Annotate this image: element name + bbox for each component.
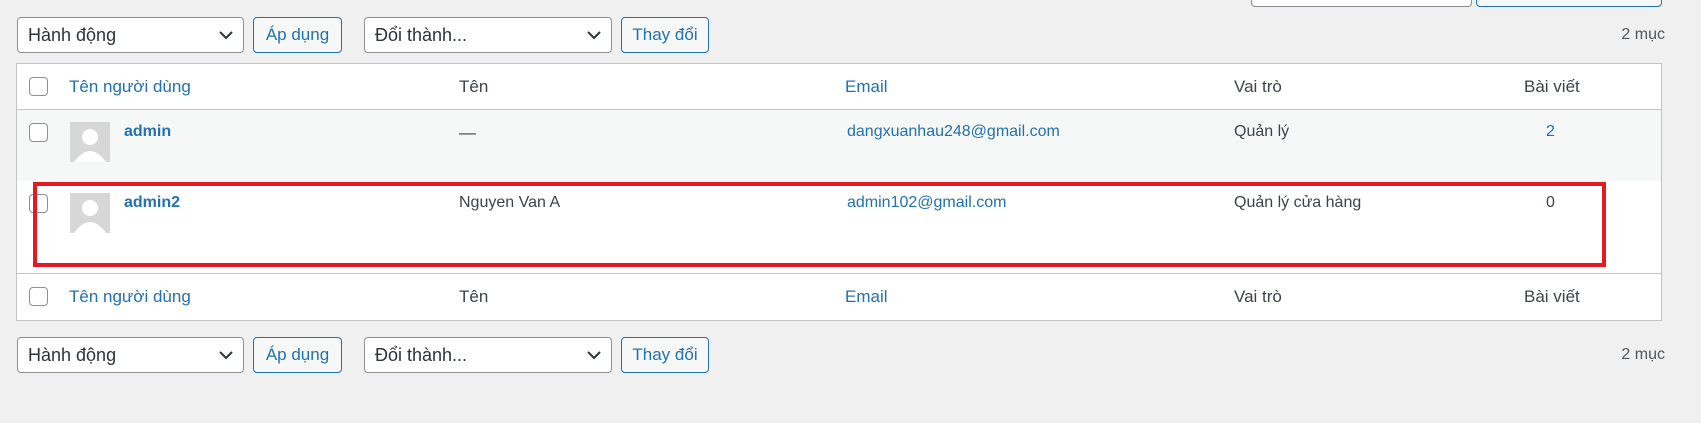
change-role-select-bottom[interactable]: Đổi thành... bbox=[364, 337, 612, 373]
column-username[interactable]: Tên người dùng bbox=[69, 287, 191, 307]
bulk-action-select[interactable]: Hành động bbox=[17, 17, 244, 53]
column-email[interactable]: Email bbox=[845, 287, 888, 307]
role-cell: Quản lý bbox=[1234, 123, 1290, 140]
tablenav-top: Hành động Áp dụng Đổi thành... Thay đổi … bbox=[17, 17, 1701, 55]
chevron-down-icon bbox=[219, 351, 233, 360]
avatar bbox=[70, 122, 110, 162]
scrollbar[interactable] bbox=[1686, 0, 1701, 423]
table-footer: Tên người dùng Tên Email Vai trò Bài viế… bbox=[17, 274, 1661, 320]
posts-count-link[interactable]: 2 bbox=[1546, 123, 1555, 141]
items-count: 2 mục bbox=[1621, 26, 1665, 43]
chevron-down-icon bbox=[219, 31, 233, 40]
user-placeholder-icon bbox=[74, 129, 106, 162]
chevron-down-icon bbox=[587, 31, 601, 40]
change-role-button-bottom[interactable]: Thay đổi bbox=[621, 337, 709, 373]
column-posts: Bài viết bbox=[1524, 77, 1580, 96]
select-all-checkbox-footer[interactable] bbox=[29, 287, 48, 306]
apply-button[interactable]: Áp dụng bbox=[253, 17, 342, 53]
change-role-select[interactable]: Đổi thành... bbox=[364, 17, 612, 53]
bulk-action-select-bottom[interactable]: Hành động bbox=[17, 337, 244, 373]
change-role-button[interactable]: Thay đổi bbox=[621, 17, 709, 53]
column-posts: Bài viết bbox=[1524, 287, 1580, 306]
email-link[interactable]: dangxuanhau248@gmail.com bbox=[847, 123, 1060, 141]
highlight-annotation bbox=[33, 182, 1606, 267]
bulk-action-value: Hành động bbox=[28, 25, 117, 45]
table-header: Tên người dùng Tên Email Vai trò Bài viế… bbox=[17, 64, 1661, 110]
column-username[interactable]: Tên người dùng bbox=[69, 77, 191, 97]
column-email[interactable]: Email bbox=[845, 77, 888, 97]
column-role: Vai trò bbox=[1234, 287, 1282, 306]
column-name: Tên bbox=[459, 77, 489, 96]
select-all-checkbox[interactable] bbox=[29, 77, 48, 96]
apply-button-bottom[interactable]: Áp dụng bbox=[253, 337, 342, 373]
bulk-action-value: Hành động bbox=[28, 345, 117, 365]
column-role: Vai trò bbox=[1234, 77, 1282, 96]
chevron-down-icon bbox=[587, 351, 601, 360]
search-input-partial[interactable] bbox=[1251, 0, 1472, 7]
tablenav-bottom: Hành động Áp dụng Đổi thành... Thay đổi … bbox=[17, 337, 1701, 375]
change-role-value: Đổi thành... bbox=[375, 345, 468, 365]
column-name: Tên bbox=[459, 287, 489, 306]
name-cell: — bbox=[459, 123, 476, 142]
username-link[interactable]: admin bbox=[124, 123, 171, 141]
items-count-bottom: 2 mục bbox=[1621, 346, 1665, 363]
table-row: admin — dangxuanhau248@gmail.com Quản lý… bbox=[17, 110, 1661, 181]
row-checkbox[interactable] bbox=[29, 123, 48, 142]
change-role-value: Đổi thành... bbox=[375, 25, 468, 45]
search-button-partial[interactable] bbox=[1476, 0, 1662, 7]
